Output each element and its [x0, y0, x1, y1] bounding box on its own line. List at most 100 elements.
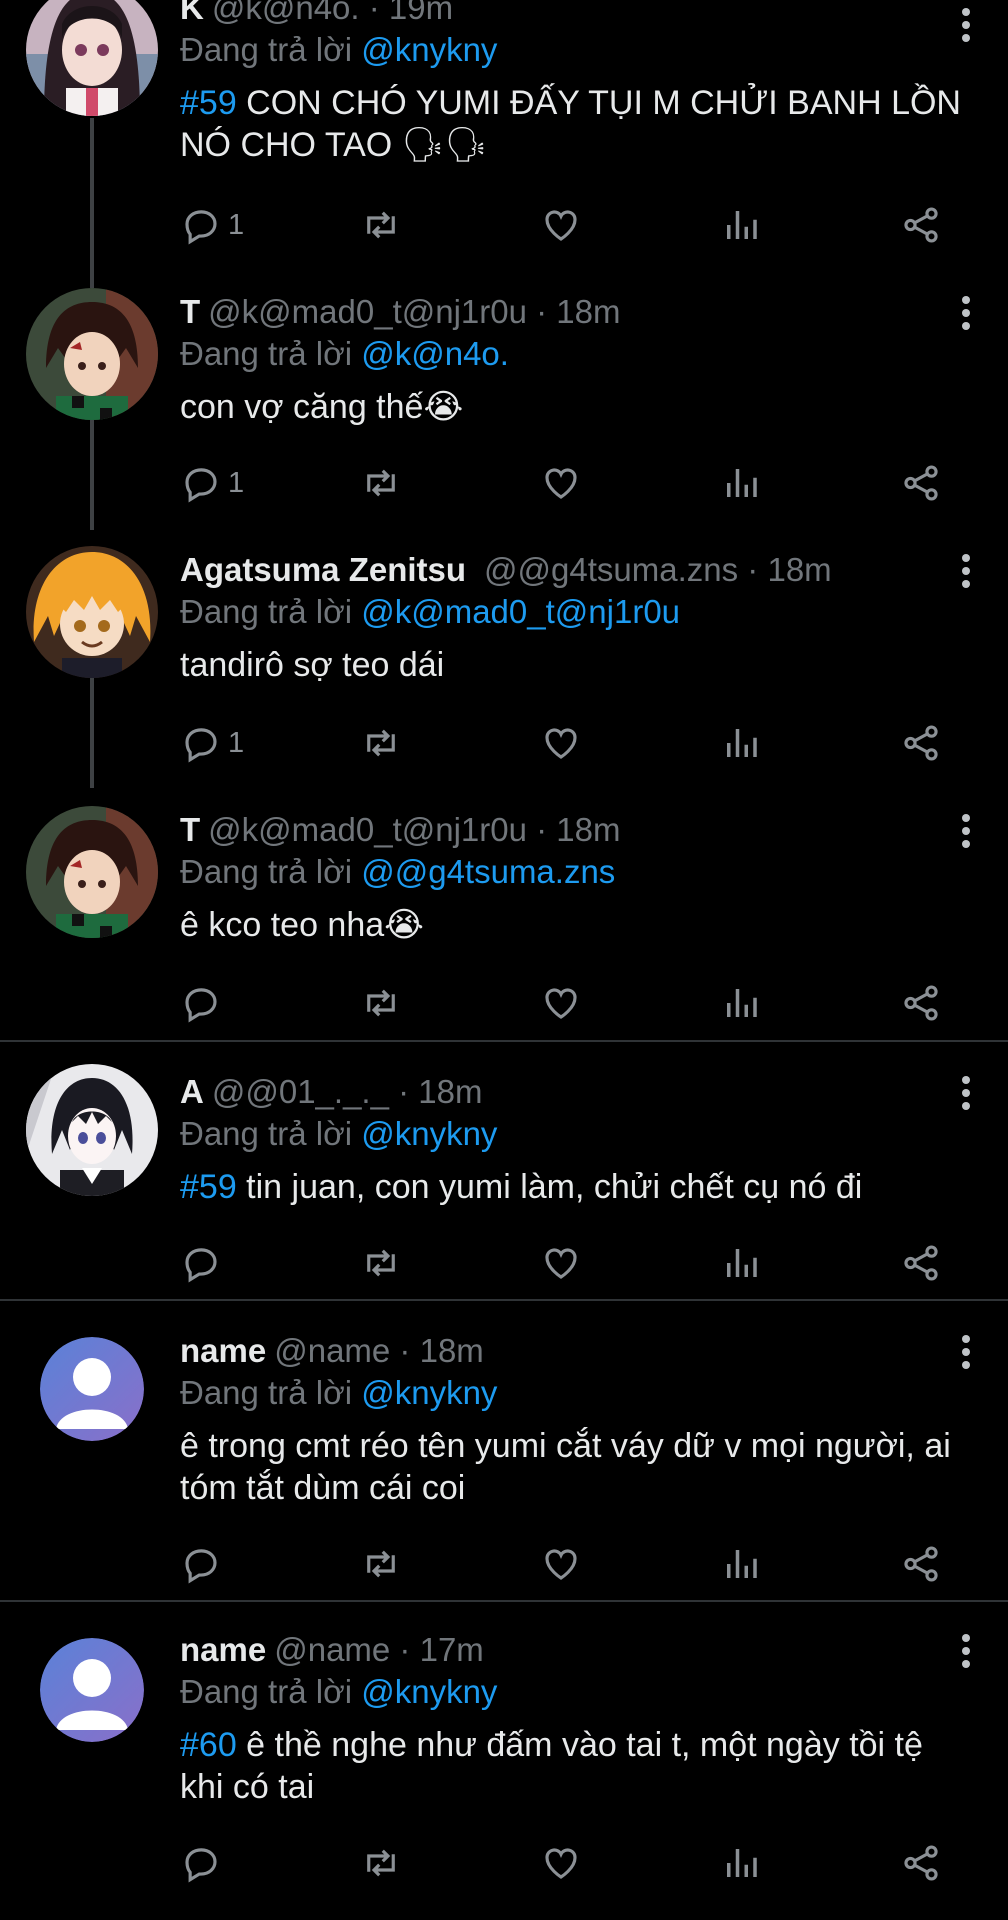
reply-count: 1: [228, 726, 245, 759]
display-name[interactable]: K: [180, 0, 204, 26]
hashtag[interactable]: #59: [180, 1168, 237, 1206]
reply-to-handle[interactable]: @knykny: [361, 1115, 497, 1152]
like-icon: [545, 468, 577, 499]
reply-button[interactable]: [180, 1543, 228, 1585]
retweet-icon: [367, 1249, 395, 1277]
share-button[interactable]: [900, 204, 942, 246]
tweet-text: tandirô sợ teo dái: [180, 644, 968, 686]
views-icon: [727, 1249, 757, 1277]
avatar[interactable]: [26, 806, 158, 938]
retweet-button[interactable]: [360, 204, 402, 246]
handle-time: @@g4tsuma.zns · 18m: [484, 551, 832, 588]
tweet-item[interactable]: A @@01_._._ · 18m Đang trả lời @knykny #5…: [0, 1042, 1008, 1298]
tweet-body: ê kco teo nha😭: [180, 906, 424, 944]
display-name[interactable]: name: [180, 1332, 266, 1369]
reply-button[interactable]: 1: [180, 722, 244, 764]
more-icon[interactable]: [960, 810, 972, 853]
views-icon: [727, 989, 757, 1017]
avatar[interactable]: [26, 0, 158, 116]
reply-icon: [185, 210, 217, 245]
tweet-text: #59 tin juan, con yumi làm, chửi chết cụ…: [180, 1166, 968, 1208]
views-button[interactable]: [720, 204, 762, 246]
reply-icon: [185, 728, 217, 763]
reply-icon: [185, 1549, 217, 1584]
share-button[interactable]: [900, 1842, 942, 1884]
reply-to-handle[interactable]: @knykny: [361, 1374, 497, 1411]
display-name[interactable]: Agatsuma Zenitsu: [180, 551, 466, 588]
thread-line: [90, 678, 94, 788]
replying-to: Đang trả lời @knykny: [180, 1371, 968, 1415]
tweet-item[interactable]: Agatsuma Zenitsu @@g4tsuma.zns · 18m Đang…: [0, 520, 1008, 788]
reply-to-handle[interactable]: @k@mad0_t@nj1r0u: [361, 593, 680, 630]
more-icon[interactable]: [960, 550, 972, 593]
replying-to: Đang trả lời @knykny: [180, 1112, 968, 1156]
like-button[interactable]: [540, 462, 582, 504]
tweet-body: ê thề nghe như đấm vào tai t, một ngày t…: [180, 1726, 923, 1806]
views-button[interactable]: [720, 982, 762, 1024]
avatar[interactable]: [26, 288, 158, 420]
tweet-item[interactable]: T @k@mad0_t@nj1r0u · 18m Đang trả lời @k@…: [0, 262, 1008, 530]
more-icon[interactable]: [960, 1630, 972, 1673]
share-button[interactable]: [900, 1242, 942, 1284]
views-button[interactable]: [720, 1842, 762, 1884]
display-name[interactable]: A: [180, 1073, 204, 1110]
like-button[interactable]: [540, 1543, 582, 1585]
tweet-body: con vợ căng thế😭: [180, 388, 464, 426]
reply-to-handle[interactable]: @k@n4o.: [361, 335, 509, 372]
like-button[interactable]: [540, 1842, 582, 1884]
default-avatar-icon[interactable]: [40, 1337, 144, 1441]
retweet-icon: [367, 989, 395, 1017]
share-button[interactable]: [900, 722, 942, 764]
share-button[interactable]: [900, 982, 942, 1024]
views-button[interactable]: [720, 1543, 762, 1585]
like-icon: [545, 728, 577, 759]
retweet-button[interactable]: [360, 722, 402, 764]
reply-to-handle[interactable]: @knykny: [361, 31, 497, 68]
retweet-button[interactable]: [360, 1543, 402, 1585]
reply-button[interactable]: 1: [180, 204, 244, 246]
reply-to-handle[interactable]: @@g4tsuma.zns: [361, 853, 615, 890]
tweet-item[interactable]: name @name · 17m Đang trả lời @knykny #60…: [0, 1602, 1008, 1920]
views-button[interactable]: [720, 462, 762, 504]
tweet-text: #59 CON CHÓ YUMI ĐẤY TỤI M CHỬI BANH LỒN…: [180, 82, 968, 166]
views-icon: [727, 469, 757, 497]
reply-button[interactable]: [180, 1242, 228, 1284]
reply-prefix: Đang trả lời: [180, 853, 353, 890]
tweet-item[interactable]: K @k@n4o. · 19m Đang trả lời @knykny #59 …: [0, 0, 1008, 288]
like-button[interactable]: [540, 1242, 582, 1284]
retweet-button[interactable]: [360, 982, 402, 1024]
like-button[interactable]: [540, 722, 582, 764]
reply-to-handle[interactable]: @knykny: [361, 1673, 497, 1710]
display-name[interactable]: T: [180, 811, 200, 848]
share-button[interactable]: [900, 1543, 942, 1585]
views-button[interactable]: [720, 1242, 762, 1284]
tweet-item[interactable]: name @name · 18m Đang trả lời @knykny ê t…: [0, 1301, 1008, 1601]
more-icon[interactable]: [960, 1072, 972, 1115]
hashtag[interactable]: #60: [180, 1726, 237, 1764]
reply-button[interactable]: 1: [180, 462, 244, 504]
views-icon: [727, 1849, 757, 1877]
display-name[interactable]: name: [180, 1631, 266, 1668]
share-icon: [904, 985, 938, 1021]
display-name[interactable]: T: [180, 293, 200, 330]
more-icon[interactable]: [960, 4, 972, 47]
avatar[interactable]: [26, 546, 158, 678]
more-icon[interactable]: [960, 1331, 972, 1374]
hashtag[interactable]: #59: [180, 84, 237, 122]
like-button[interactable]: [540, 204, 582, 246]
tweet-item[interactable]: T @k@mad0_t@nj1r0u · 18m Đang trả lời @@g…: [0, 780, 1008, 1042]
avatar[interactable]: [26, 1064, 158, 1196]
reply-icon: [185, 468, 217, 503]
retweet-button[interactable]: [360, 1242, 402, 1284]
reply-button[interactable]: [180, 1842, 228, 1884]
share-icon: [904, 1546, 938, 1582]
like-button[interactable]: [540, 982, 582, 1024]
retweet-button[interactable]: [360, 1842, 402, 1884]
views-button[interactable]: [720, 722, 762, 764]
retweet-button[interactable]: [360, 462, 402, 504]
reply-button[interactable]: [180, 982, 228, 1024]
retweet-icon: [367, 1550, 395, 1578]
more-icon[interactable]: [960, 292, 972, 335]
default-avatar-icon[interactable]: [40, 1638, 144, 1742]
share-button[interactable]: [900, 462, 942, 504]
